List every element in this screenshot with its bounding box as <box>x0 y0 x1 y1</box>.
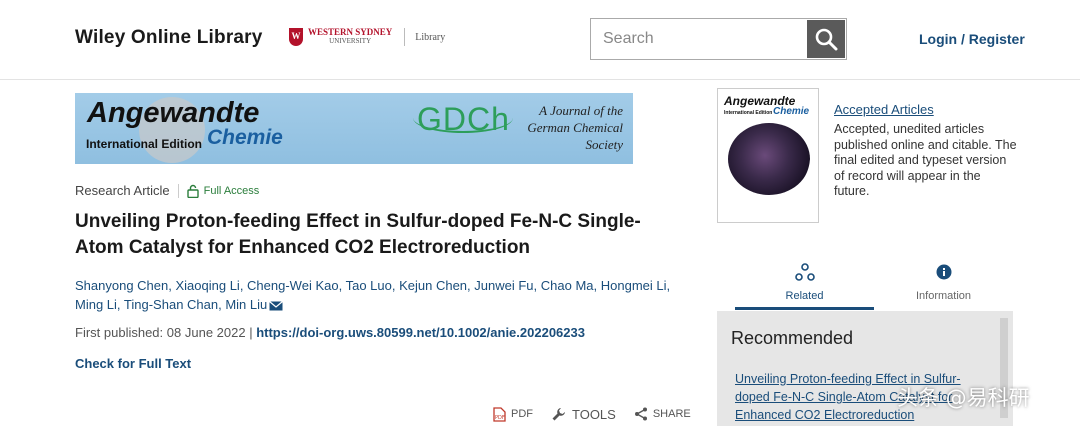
info-icon <box>936 264 951 280</box>
author-list: Shanyong Chen, Xiaoqing Li, Cheng-Wei Ka… <box>75 278 671 312</box>
unlock-icon <box>186 184 199 198</box>
recommended-heading: Recommended <box>731 328 854 348</box>
search-box <box>590 18 847 60</box>
check-full-text-link[interactable]: Check for Full Text <box>75 356 191 371</box>
journal-edition: International Edition <box>86 137 202 151</box>
author-link[interactable]: Tao Luo <box>346 278 392 293</box>
search-icon <box>815 28 838 51</box>
site-header: Wiley Online Library W WESTERN SYDNEY UN… <box>0 0 1080 80</box>
related-icon <box>794 263 815 281</box>
share-button[interactable]: SHARE <box>634 407 691 421</box>
author-link[interactable]: Shanyong Chen <box>75 278 168 293</box>
gdch-logo: GDCh <box>417 101 510 137</box>
pdf-button[interactable]: PDF PDF <box>493 406 533 422</box>
tab-information[interactable]: Information <box>874 256 1013 310</box>
first-published-date: 08 June 2022 <box>166 325 246 340</box>
author-link[interactable]: Xiaoqing Li <box>175 278 239 293</box>
author-link[interactable]: Min Liu <box>225 297 267 312</box>
tools-button[interactable]: TOOLS <box>551 406 616 422</box>
author-link[interactable]: Cheng-Wei Kao <box>247 278 339 293</box>
author-link[interactable]: Ting-Shan Chan <box>124 297 218 312</box>
journal-banner[interactable]: Angewandte International Edition Chemie … <box>75 93 633 164</box>
wrench-icon <box>552 408 565 421</box>
access-badge: Full Access <box>177 183 259 198</box>
pdf-icon: PDF <box>493 406 506 422</box>
society-text: A Journal of the German Chemical Society <box>527 103 623 152</box>
article-toolbar: PDF PDF TOOLS SHARE <box>493 406 691 422</box>
divider <box>404 28 406 46</box>
cover-image <box>728 123 810 195</box>
article-type: Research Article <box>75 183 170 198</box>
author-link[interactable]: Kejun Chen <box>399 278 467 293</box>
institution-library-label: Library <box>415 31 446 43</box>
institution-name: WESTERN SYDNEY UNIVERSITY <box>308 27 393 46</box>
tab-related[interactable]: Related <box>735 256 874 310</box>
sidebar-tabs: Related Information <box>735 256 1013 310</box>
university-shield-icon: W <box>289 28 303 46</box>
search-input[interactable] <box>591 19 805 59</box>
institution-logo[interactable]: W WESTERN SYDNEY UNIVERSITY Library <box>289 28 445 46</box>
search-button[interactable] <box>807 20 845 58</box>
watermark: 头条 @易科研 <box>897 386 1030 410</box>
article-type-row: Research Article Full Access <box>75 183 259 198</box>
share-icon <box>634 407 647 421</box>
doi-link[interactable]: https://doi-org.uws.80599.net/10.1002/an… <box>256 325 585 340</box>
accepted-articles-description: Accepted, unedited articles published on… <box>834 122 1017 198</box>
wiley-logo[interactable]: Wiley Online Library <box>75 27 263 49</box>
first-published-label: First published: <box>75 325 164 340</box>
author-link[interactable]: Junwei Fu <box>474 278 533 293</box>
accepted-articles-link[interactable]: Accepted Articles <box>834 102 934 117</box>
publication-info: First published: 08 June 2022 | https://… <box>75 325 585 340</box>
email-icon[interactable] <box>269 300 284 311</box>
svg-text:PDF: PDF <box>495 415 505 421</box>
login-register-link[interactable]: Login / Register <box>919 31 1025 47</box>
author-link[interactable]: Hongmei Li <box>601 278 667 293</box>
author-link[interactable]: Chao Ma <box>541 278 594 293</box>
article-title: Unveiling Proton-feeding Effect in Sulfu… <box>75 211 641 258</box>
author-link[interactable]: Ming Li <box>75 297 117 312</box>
journal-cover[interactable]: Angewandte International Edition Chemie <box>717 88 819 223</box>
journal-chemie: Chemie <box>207 126 283 149</box>
